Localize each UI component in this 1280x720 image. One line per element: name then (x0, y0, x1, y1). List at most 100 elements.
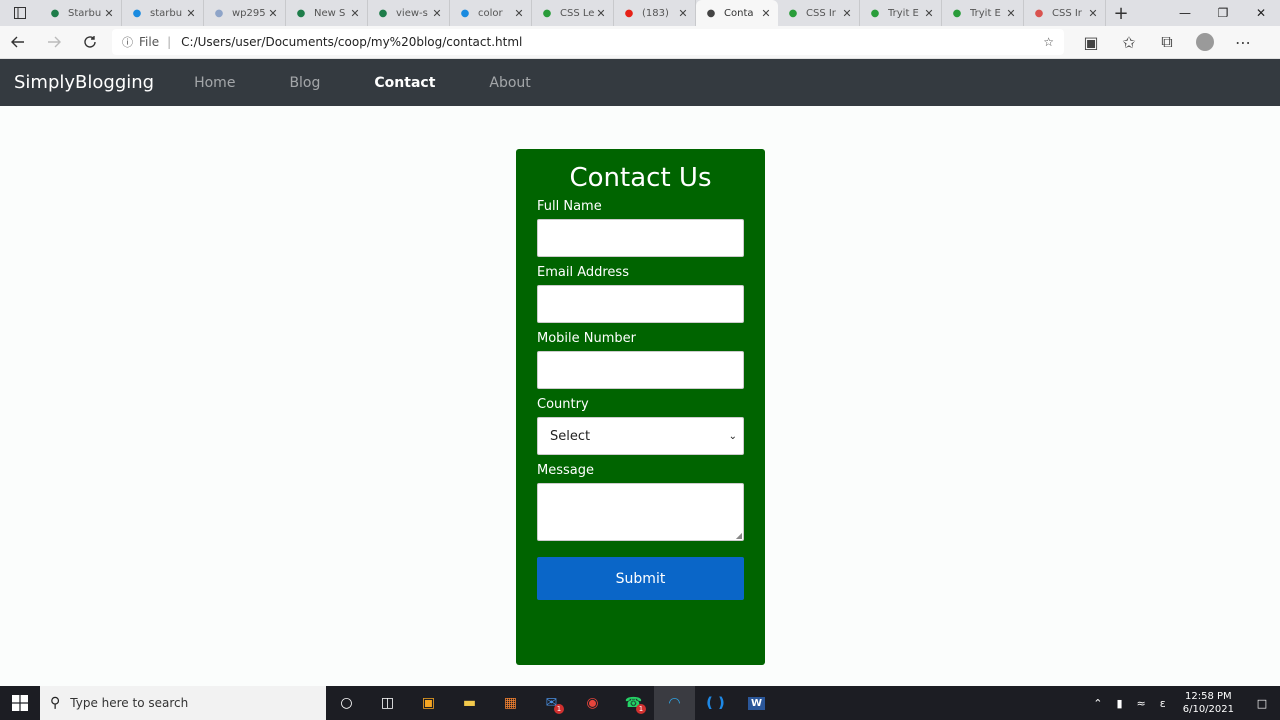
app-orange-button[interactable]: ▦ (490, 686, 531, 720)
wifi-icon[interactable]: ≈ (1137, 697, 1146, 710)
nav-link-blog[interactable]: Blog (289, 75, 320, 91)
tab-title: (183) (642, 7, 669, 19)
browser-tab[interactable]: ● CSS Le ✕ (532, 0, 614, 26)
url-input[interactable]: ⓘ File | C:/Users/user/Documents/coop/my… (112, 29, 1064, 55)
browser-tab[interactable]: ● view-s ✕ (368, 0, 450, 26)
system-tray: ⌃ ▮ ≈ ε 12:58 PM 6/10/2021 □ (1086, 690, 1280, 716)
browser-tab[interactable]: ● wp295 ✕ (204, 0, 286, 26)
wordpress-icon: ● (214, 7, 224, 19)
mail-button[interactable]: ✉ 1 (531, 686, 572, 720)
browser-tab[interactable]: ● (183) ✕ (614, 0, 696, 26)
nav-links: Home Blog Contact About (194, 75, 585, 91)
email-label: Email Address (537, 265, 629, 280)
nav-link-contact[interactable]: Contact (374, 75, 435, 91)
vscode-icon: ❪❫ (703, 695, 728, 711)
chrome-button[interactable]: ◉ (572, 686, 613, 720)
input-language-indicator[interactable]: ε (1160, 697, 1166, 710)
windows-logo-icon (12, 695, 28, 711)
browser-tab[interactable]: ● Conta ✕ (696, 0, 778, 26)
close-icon[interactable]: ✕ (1005, 7, 1017, 20)
starbucks-icon: ● (50, 7, 60, 19)
add-favorite-icon[interactable]: ☆ (1043, 35, 1054, 49)
restore-button[interactable]: ❐ (1204, 0, 1242, 26)
browser-tab[interactable]: ● CSS Ir ✕ (778, 0, 860, 26)
more-options-icon[interactable]: ⋯ (1224, 32, 1262, 52)
minimize-button[interactable]: — (1166, 0, 1204, 26)
tab-title: CSS Ir (1052, 7, 1082, 19)
browser-tab[interactable]: ● starbu ✕ (122, 0, 204, 26)
close-icon[interactable]: ✕ (349, 7, 361, 20)
clock-time: 12:58 PM (1185, 691, 1232, 702)
taskbar-search-input[interactable]: ⚲ Type here to search (40, 686, 326, 720)
refresh-button[interactable] (72, 26, 108, 59)
close-icon[interactable]: ✕ (841, 7, 853, 20)
bing-icon: ● (132, 7, 142, 19)
vscode-button[interactable]: ❪❫ (695, 686, 736, 720)
word-button[interactable]: W (736, 686, 777, 720)
close-icon[interactable]: ✕ (1087, 7, 1099, 20)
full-name-input[interactable] (537, 219, 744, 257)
close-icon[interactable]: ✕ (267, 7, 279, 20)
favorites-icon[interactable]: ✩ (1110, 32, 1148, 52)
edge-button[interactable]: ◠ (654, 686, 695, 720)
close-icon[interactable]: ✕ (513, 7, 525, 20)
plus-icon: + (1113, 2, 1129, 24)
tab-actions-button[interactable] (0, 0, 40, 26)
tab-actions-icon (14, 7, 26, 19)
task-view-button[interactable]: ◫ (367, 686, 408, 720)
new-tab-button[interactable]: + (1106, 0, 1136, 26)
email-input[interactable] (537, 285, 744, 323)
tab-title: CSS Le (560, 7, 595, 19)
w3schools-icon: ● (952, 7, 962, 19)
browser-tab[interactable]: ● Tryit E ✕ (860, 0, 942, 26)
close-icon[interactable]: ✕ (677, 7, 689, 20)
start-button[interactable] (0, 686, 40, 720)
nav-link-about[interactable]: About (489, 75, 530, 91)
close-icon[interactable]: ✕ (431, 7, 443, 20)
close-icon[interactable]: ✕ (760, 7, 772, 20)
close-window-button[interactable]: ✕ (1242, 0, 1280, 26)
submit-button[interactable]: Submit (537, 557, 744, 600)
app-orange-icon: ▦ (503, 695, 518, 711)
browser-tab[interactable]: ● Starbu ✕ (40, 0, 122, 26)
browser-tab[interactable]: ● CSS Ir ✕ (1024, 0, 1106, 26)
nav-link-home[interactable]: Home (194, 75, 235, 91)
resize-handle-icon[interactable]: ◢ (736, 531, 742, 540)
edge-icon: ◠ (668, 695, 681, 711)
collections-icon[interactable]: ⧉ (1148, 32, 1186, 52)
forward-button[interactable] (36, 26, 72, 59)
reading-view-icon[interactable]: ▣ (1072, 32, 1110, 52)
tab-title: Conta (724, 7, 754, 19)
mail-badge: 1 (554, 704, 564, 714)
store-icon: ▣ (421, 695, 436, 711)
back-button[interactable] (0, 26, 36, 59)
chevron-up-icon[interactable]: ⌃ (1093, 697, 1102, 710)
folder-icon: ▬ (462, 695, 477, 711)
store-button[interactable]: ▣ (408, 686, 449, 720)
site-brand[interactable]: SimplyBlogging (14, 72, 154, 93)
chevron-down-icon: ⌄ (728, 430, 737, 442)
tab-title: view-s (396, 7, 428, 19)
url-text: C:/Users/user/Documents/coop/my%20blog/c… (181, 35, 523, 49)
mobile-input[interactable] (537, 351, 744, 389)
message-textarea[interactable]: ◢ (537, 483, 744, 541)
close-icon[interactable]: ✕ (185, 7, 197, 20)
browser-tab[interactable]: ● New S ✕ (286, 0, 368, 26)
close-icon[interactable]: ✕ (923, 7, 935, 20)
tab-title: CSS Ir (806, 7, 836, 19)
info-icon[interactable]: ⓘ (122, 34, 133, 50)
country-select[interactable]: Select ⌄ (537, 417, 744, 455)
profile-button[interactable] (1186, 32, 1224, 52)
file-explorer-button[interactable]: ▬ (449, 686, 490, 720)
whatsapp-badge: 1 (636, 704, 646, 714)
browser-tab[interactable]: ● Tryit E ✕ (942, 0, 1024, 26)
starbucks-icon: ● (296, 7, 306, 19)
cortana-button[interactable]: ○ (326, 686, 367, 720)
close-icon[interactable]: ✕ (103, 7, 115, 20)
battery-icon[interactable]: ▮ (1116, 697, 1122, 710)
close-icon[interactable]: ✕ (595, 7, 607, 20)
notifications-button[interactable]: □ (1244, 697, 1280, 710)
taskbar-clock[interactable]: 12:58 PM 6/10/2021 (1183, 690, 1234, 716)
browser-tab[interactable]: ● color ✕ (450, 0, 532, 26)
whatsapp-button[interactable]: ☎ 1 (613, 686, 654, 720)
